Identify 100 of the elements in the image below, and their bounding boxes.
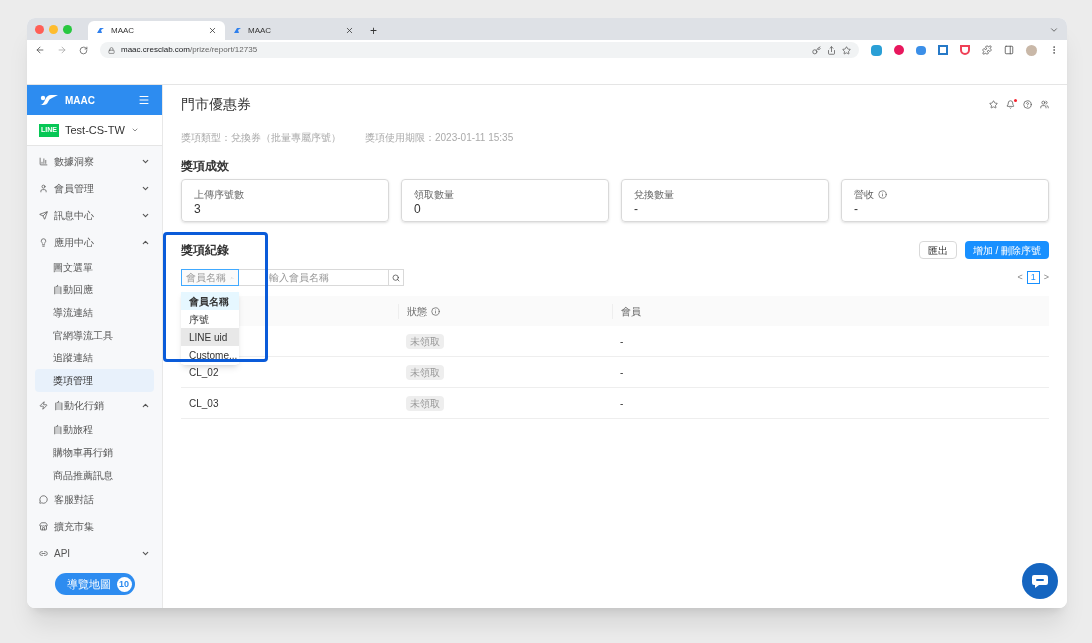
page-title: 門市優惠券 <box>181 94 252 114</box>
menu-option[interactable]: 會員名稱 <box>181 292 239 310</box>
stat-value: 3 <box>194 202 202 216</box>
url-text: maac.cresclab.com/prize/report/12735 <box>121 44 259 56</box>
sidebar-subitem[interactable]: 獎項管理 <box>35 368 154 392</box>
serial-cell: CL_02 <box>189 366 219 378</box>
sidebar-subitem[interactable]: 自動回應 <box>35 278 154 302</box>
forward-icon[interactable] <box>57 45 67 55</box>
status-tag: 未領取 <box>406 395 444 411</box>
sidebar-subitem[interactable]: 商品推薦訊息 <box>35 463 154 487</box>
caret-icon <box>130 126 139 134</box>
tab-list-icon[interactable] <box>1049 25 1059 35</box>
tab-title: MAAC <box>111 24 136 37</box>
side-panel-icon[interactable] <box>1004 45 1014 55</box>
extension-icon[interactable] <box>960 45 970 55</box>
sidebar-item[interactable]: 訊息中心 <box>27 202 162 229</box>
chart-icon <box>39 157 48 166</box>
column-header: 會員 <box>621 304 641 319</box>
menu-option[interactable]: 序號 <box>181 310 239 328</box>
menu-option[interactable]: LINE uid <box>181 328 239 346</box>
menu-icon[interactable] <box>138 94 150 106</box>
lock-icon <box>108 46 115 54</box>
stat-value: 0 <box>414 202 422 216</box>
close-icon[interactable] <box>208 26 217 35</box>
member-cell-text: - <box>619 334 625 349</box>
extension-icon[interactable] <box>938 45 948 55</box>
address-bar[interactable]: maac.cresclab.com/prize/report/12735 <box>100 42 859 58</box>
browser-tab[interactable]: MAAC <box>88 21 225 40</box>
stat-value: - <box>854 202 859 216</box>
sidebar-item[interactable]: 客服對話 <box>27 486 162 514</box>
logo-icon <box>39 94 59 106</box>
section-title: 獎項成效 <box>181 158 230 175</box>
sidebar-item[interactable]: 自動化行銷 <box>27 391 162 419</box>
extensions-icon[interactable] <box>982 45 992 55</box>
serial-cell: CL_03 <box>189 397 219 409</box>
prize-meta: 獎項類型：兌換券（批量專屬序號） <box>181 131 341 145</box>
chevron-icon <box>141 184 150 193</box>
search-field[interactable]: 輸入會員名稱 <box>239 269 388 286</box>
chat-button[interactable] <box>1022 563 1058 599</box>
link-icon <box>39 549 48 559</box>
member-cell-text: - <box>619 365 625 380</box>
brand-name: MAAC <box>65 93 96 108</box>
chat-icon <box>39 495 48 505</box>
tab-title: MAAC <box>248 24 273 37</box>
account-name[interactable]: Test-CS-TW <box>64 121 125 139</box>
member-cell-text: - <box>619 396 625 411</box>
next-page-button[interactable]: > <box>1043 270 1049 285</box>
logo-icon <box>96 27 105 34</box>
stat-label: 領取數量 <box>414 188 454 202</box>
stat-label: 營收 <box>854 188 874 202</box>
sidebar-subitem[interactable]: 追蹤連結 <box>35 346 154 369</box>
stat-label: 上傳序號數 <box>194 188 244 202</box>
column-header: 狀態 <box>407 304 427 319</box>
lightbulb-icon <box>39 238 48 247</box>
search-button[interactable] <box>388 269 404 286</box>
sidebar-subitem[interactable]: 圖文選單 <box>35 256 154 279</box>
back-icon[interactable] <box>35 45 45 55</box>
user-icon <box>39 184 48 193</box>
close-window-button[interactable] <box>35 24 44 34</box>
stat-label: 兌換數量 <box>634 188 674 202</box>
account-icon[interactable] <box>1040 99 1049 109</box>
sidebar-subitem[interactable]: 購物車再行銷 <box>35 441 154 464</box>
logo-icon <box>233 27 242 34</box>
sidebar-item[interactable]: 擴充市集 <box>27 513 162 541</box>
reload-icon[interactable] <box>79 45 88 55</box>
new-tab-button[interactable]: + <box>370 25 377 37</box>
chevron-icon <box>141 157 150 166</box>
sidebar-item[interactable]: API <box>27 540 162 568</box>
profile-avatar[interactable] <box>1026 44 1037 56</box>
stat-value: - <box>634 202 639 216</box>
browser-tab[interactable]: MAAC <box>225 21 362 40</box>
prize-meta: 獎項使用期限：2023-01-11 15:35 <box>365 131 514 145</box>
bookmark-icon[interactable] <box>842 45 851 55</box>
previous-page-button[interactable]: < <box>1017 270 1023 285</box>
extension-icon[interactable] <box>871 44 882 56</box>
star-icon[interactable] <box>989 99 998 109</box>
bell-icon[interactable] <box>1006 99 1015 109</box>
sidebar-subitem[interactable]: 導流連結 <box>35 301 154 324</box>
sidebar-item[interactable]: 應用中心 <box>27 229 162 256</box>
store-icon <box>39 522 48 532</box>
sidebar-subitem[interactable]: 官網導流工具 <box>35 323 154 347</box>
export-button[interactable]: 匯出 <box>918 241 957 259</box>
extension-icon[interactable] <box>916 45 926 55</box>
chat-icon <box>1031 573 1049 589</box>
section-title: 獎項紀錄 <box>181 242 230 259</box>
info-icon <box>878 190 887 199</box>
status-tag: 未領取 <box>406 364 444 380</box>
search-icon <box>392 273 400 282</box>
chevron-icon <box>141 238 150 247</box>
help-icon[interactable] <box>1023 99 1032 109</box>
extension-icon[interactable] <box>894 45 904 55</box>
chevron-icon <box>141 211 150 220</box>
close-icon[interactable] <box>345 26 354 35</box>
sidebar-subitem[interactable]: 自動旅程 <box>35 418 154 442</box>
sidebar-item[interactable]: 會員管理 <box>27 175 162 202</box>
key-icon[interactable] <box>812 45 821 55</box>
status-tag: 未領取 <box>406 333 444 349</box>
sidebar-item[interactable]: 數據洞察 <box>27 148 162 175</box>
share-icon[interactable] <box>827 45 836 55</box>
tour-button[interactable]: 導覽地圖 10 <box>54 573 135 596</box>
